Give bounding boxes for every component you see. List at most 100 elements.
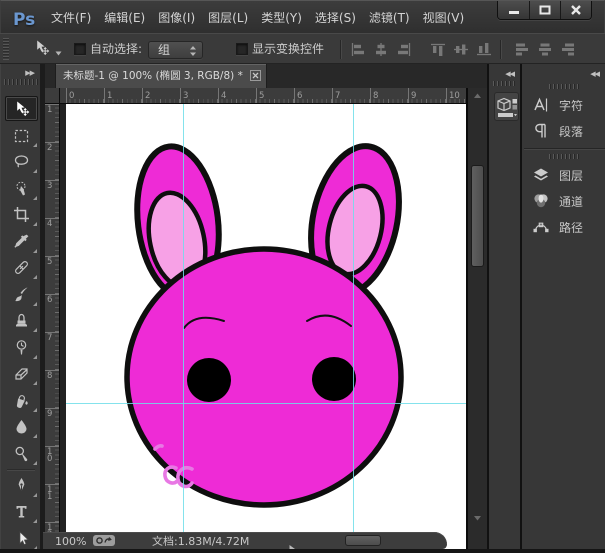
tools-panel: ▶▶	[0, 64, 40, 549]
tool-blur[interactable]	[5, 414, 38, 439]
ruler-tick	[256, 88, 257, 104]
vertical-scrollbar[interactable]	[466, 88, 487, 549]
panel-button-channels[interactable]: 通道	[522, 188, 605, 214]
panel-group-grip[interactable]	[549, 84, 581, 89]
align-bottom-edges-button[interactable]	[476, 42, 492, 57]
menu-滤镜[interactable]: 滤镜(T)	[363, 9, 416, 26]
tool-flyout-indicator	[33, 328, 37, 332]
menu-编辑[interactable]: 编辑(E)	[98, 9, 151, 26]
distribute-left-edges-button[interactable]	[514, 42, 530, 57]
menu-选择[interactable]: 选择(S)	[309, 9, 362, 26]
align-right-edges-button[interactable]	[396, 42, 412, 57]
panel-button-paragraph[interactable]: 段落	[522, 118, 605, 144]
menu-视图[interactable]: 视图(V)	[417, 9, 471, 26]
tool-path-select[interactable]	[5, 526, 38, 551]
panel-button-character[interactable]: 字符	[522, 92, 605, 118]
collapse-dock-icon-2[interactable]: ◀◀	[590, 69, 599, 79]
guide-vertical[interactable]	[353, 104, 354, 532]
show-transform-label: 显示变换控件	[252, 34, 324, 65]
menu-文件[interactable]: 文件(F)	[45, 9, 97, 26]
maximize-button[interactable]	[529, 1, 560, 19]
ruler-number: 8	[47, 372, 52, 379]
ruler-number: 5	[259, 89, 264, 101]
align-left-edges-button[interactable]	[350, 42, 366, 57]
ruler-number: 3	[183, 89, 188, 101]
tool-eraser[interactable]	[5, 361, 38, 386]
align-top-edges-button[interactable]	[430, 42, 446, 57]
panel-button-3d[interactable]	[494, 92, 519, 121]
menu-图像[interactable]: 图像(I)	[152, 9, 201, 26]
panel-dock: ◀◀ 字符段落图层通道路径	[520, 64, 605, 549]
ruler-number: 5	[47, 258, 52, 265]
menu-图层[interactable]: 图层(L)	[202, 9, 254, 26]
tool-quick-select[interactable]	[5, 176, 38, 201]
tools-panel-header[interactable]: ▶▶	[1, 64, 41, 88]
paths-icon	[532, 218, 550, 236]
tool-crop[interactable]	[5, 202, 38, 227]
tool-move[interactable]	[5, 96, 38, 121]
close-button[interactable]	[560, 1, 591, 19]
auto-select-checkbox[interactable]	[74, 43, 86, 55]
tool-preset-picker[interactable]	[33, 39, 69, 59]
tool-flyout-indicator	[33, 408, 37, 412]
align-horizontal-centers-button[interactable]	[373, 42, 389, 57]
panel-group-grip[interactable]	[549, 154, 581, 159]
expand-toolbar-icon[interactable]: ▶▶	[25, 68, 34, 78]
guide-horizontal[interactable]	[66, 403, 466, 404]
guide-vertical[interactable]	[183, 104, 184, 532]
ruler-tick	[218, 88, 219, 104]
tool-paint-bucket[interactable]	[5, 388, 38, 413]
ruler-number: 2	[47, 144, 52, 151]
distribute-right-edges-button[interactable]	[560, 42, 576, 57]
canvas-viewport[interactable]	[60, 104, 466, 549]
bunny-artwork	[66, 104, 466, 549]
panel-button-layers[interactable]: 图层	[522, 162, 605, 188]
dropdown-arrows-icon	[189, 45, 197, 61]
ruler-tick	[332, 88, 333, 104]
ruler-number: 1	[47, 106, 52, 113]
auto-select-target-dropdown[interactable]: 组	[148, 41, 203, 59]
tool-type[interactable]	[5, 499, 38, 524]
ruler-number: 6	[297, 89, 302, 101]
distribute-horizontal-centers-button[interactable]	[537, 42, 553, 57]
tool-flyout-indicator	[33, 196, 37, 200]
align-vertical-centers-button[interactable]	[453, 42, 469, 57]
tool-brush[interactable]	[5, 282, 38, 307]
tool-pen[interactable]	[5, 473, 38, 498]
adobe-drive-badge-icon[interactable]	[93, 535, 115, 546]
collapse-dock-icon[interactable]: ◀◀	[505, 69, 514, 79]
tool-flyout-indicator	[33, 381, 37, 385]
panel-button-paths[interactable]: 路径	[522, 214, 605, 240]
move-tool-icon	[33, 37, 50, 61]
status-bar: 100% 文档:1.83M/4.72M	[43, 532, 447, 549]
tool-clone-stamp[interactable]	[5, 308, 38, 333]
tool-dodge[interactable]	[5, 441, 38, 466]
menu-类型[interactable]: 类型(Y)	[255, 9, 308, 26]
scroll-up-icon[interactable]	[473, 92, 482, 100]
options-bar-grip[interactable]	[3, 38, 9, 60]
ruler-number: 1 2	[47, 524, 52, 532]
minimize-button[interactable]	[498, 1, 529, 19]
tool-history-brush[interactable]	[5, 335, 38, 360]
horizontal-scrollbar-thumb[interactable]	[345, 535, 381, 546]
tool-eyedropper[interactable]	[5, 229, 38, 254]
ruler-tick	[294, 88, 295, 104]
paragraph-icon	[532, 122, 550, 140]
zoom-level[interactable]: 100%	[55, 533, 86, 549]
show-transform-checkbox[interactable]	[236, 43, 248, 55]
bunny-eye	[187, 358, 231, 402]
panel-label: 路径	[559, 219, 583, 236]
tool-flyout-indicator	[33, 275, 37, 279]
tool-flyout-indicator	[33, 169, 37, 173]
scroll-down-icon[interactable]	[473, 514, 482, 522]
ruler-number: 7	[335, 89, 340, 101]
tool-lasso[interactable]	[5, 149, 38, 174]
panel-label: 通道	[559, 193, 583, 210]
document-tab[interactable]: 未标题-1 @ 100% (椭圆 3, RGB/8) *	[55, 64, 267, 88]
vertical-scrollbar-thumb[interactable]	[471, 165, 484, 267]
ruler-number: 6	[47, 296, 52, 303]
document-size-info: 文档:1.83M/4.72M	[152, 533, 249, 549]
tool-marquee[interactable]	[5, 123, 38, 148]
tab-close-icon[interactable]	[250, 70, 261, 81]
tool-healing-brush[interactable]	[5, 255, 38, 280]
